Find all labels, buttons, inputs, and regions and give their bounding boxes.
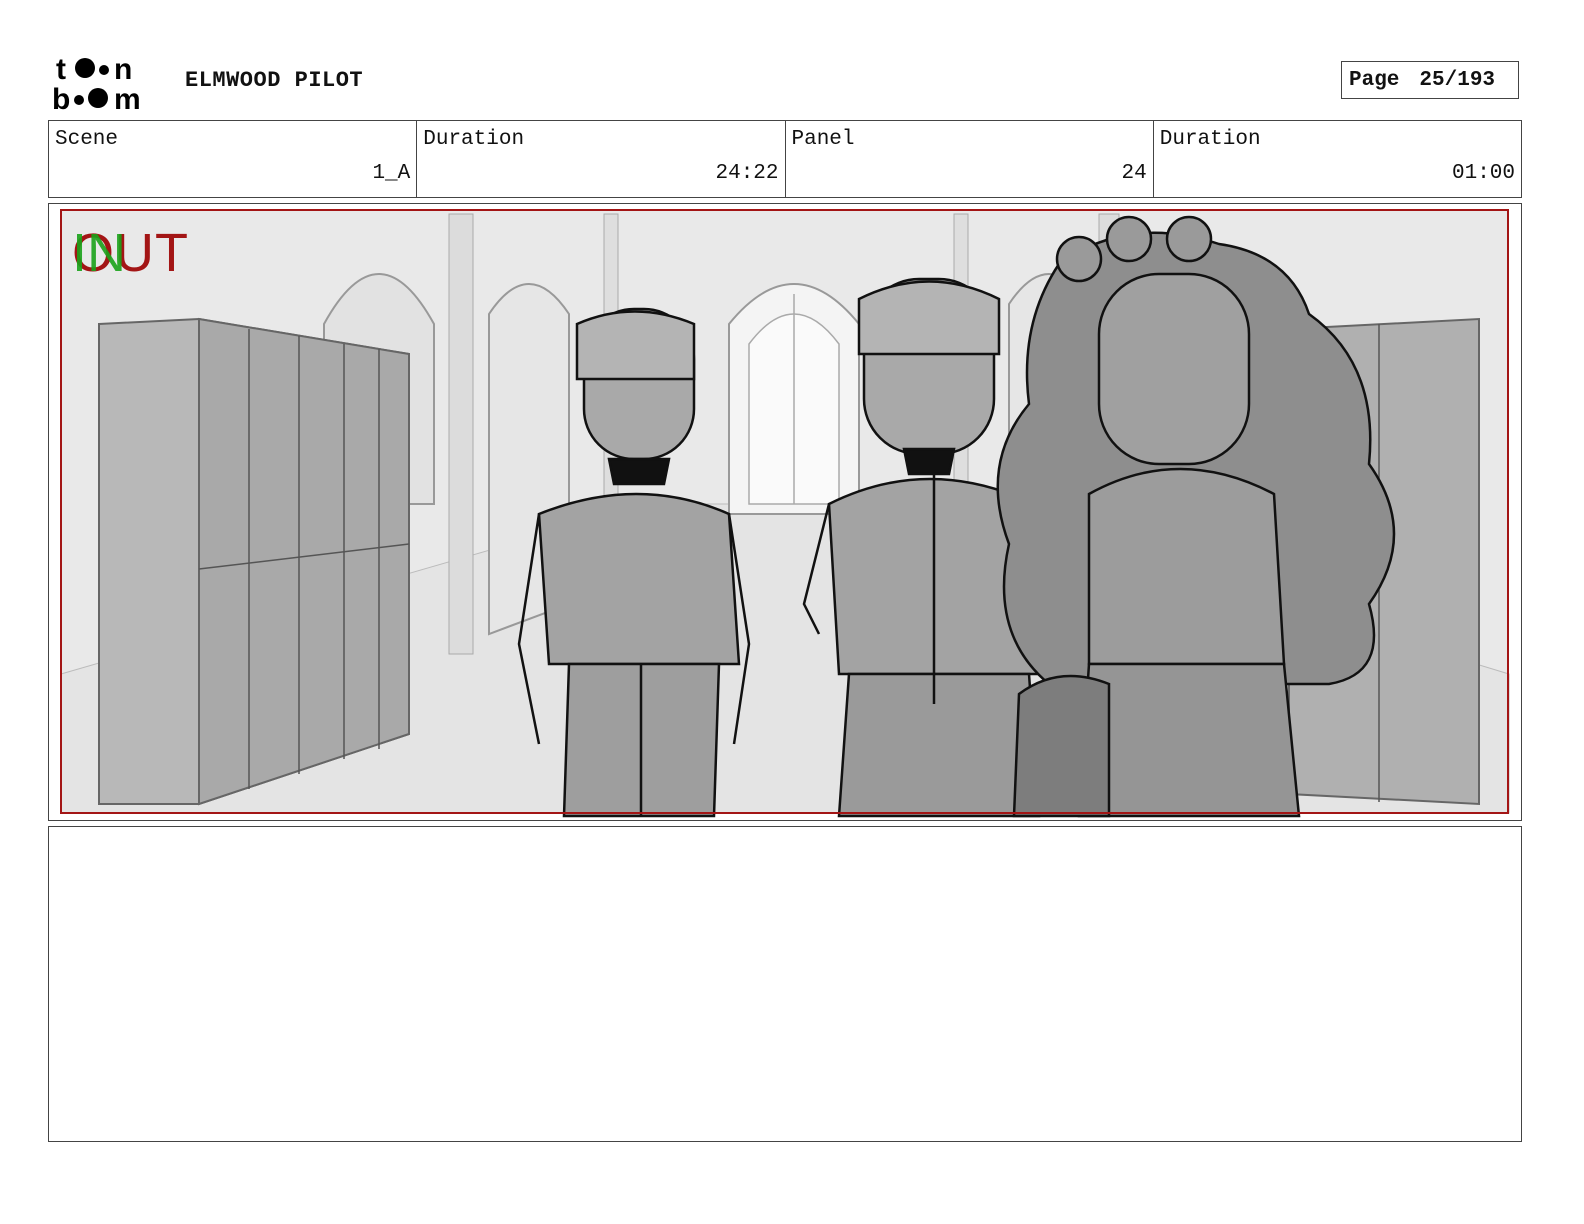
scene-cell: Scene 1_A [49, 121, 418, 197]
svg-text:t: t [56, 53, 66, 86]
panel-notes-box[interactable] [48, 826, 1522, 1142]
panel-info-table: Scene 1_A Duration 24:22 Panel 24 Durati… [48, 120, 1522, 198]
svg-text:m: m [114, 83, 141, 112]
scene-duration-label: Duration [423, 128, 525, 151]
storyboard-panel [48, 203, 1522, 821]
panel-cell: Panel 24 [786, 121, 1154, 197]
panel-sketch [60, 209, 1510, 818]
scene-value: 1_A [372, 162, 411, 185]
scene-duration-value: 24:22 [715, 162, 779, 185]
panel-value: 24 [1121, 162, 1147, 185]
svg-text:n: n [114, 53, 132, 86]
page-label: Page [1349, 68, 1400, 92]
scene-duration-cell: Duration 24:22 [417, 121, 786, 197]
scene-label: Scene [55, 128, 119, 151]
svg-text:b: b [52, 83, 70, 112]
panel-label: Panel [791, 128, 855, 151]
project-title: ELMWOOD PILOT [185, 68, 364, 93]
page-indicator: Page 25/193 [1341, 61, 1519, 99]
page-number: 25/193 [1419, 68, 1496, 92]
in-marker: IN [72, 223, 126, 283]
panel-duration-cell: Duration 01:00 [1154, 121, 1521, 197]
toon-boom-logo: t n b m [52, 53, 141, 112]
panel-duration-label: Duration [1159, 128, 1261, 151]
panel-duration-value: 01:00 [1451, 162, 1515, 185]
